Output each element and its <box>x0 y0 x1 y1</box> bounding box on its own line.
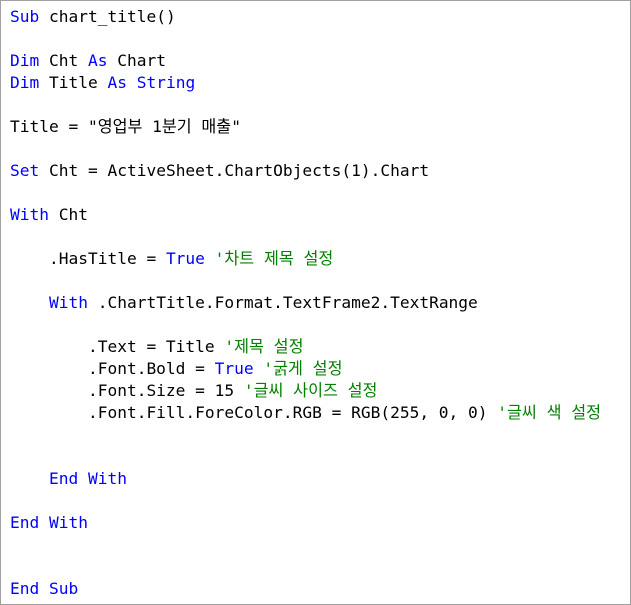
code-token: .Font.Fill.ForeColor.RGB = RGB(255, 0, 0… <box>10 403 498 422</box>
code-line[interactable] <box>10 138 601 160</box>
comment-token: '글씨 색 설정 <box>497 403 601 422</box>
code-token: Title = "영업부 1분기 매출" <box>10 117 241 136</box>
code-line[interactable]: Dim Cht As Chart <box>10 50 601 72</box>
code-token: .Font.Bold = <box>10 359 215 378</box>
code-line[interactable] <box>10 94 601 116</box>
keyword-token: String <box>136 73 196 92</box>
code-line[interactable] <box>10 556 601 578</box>
code-editor[interactable]: Sub chart_title() Dim Cht As Chart Dim Tit… <box>0 0 631 605</box>
code-line[interactable] <box>10 314 601 336</box>
code-line[interactable]: .Font.Size = 15 '글씨 사이즈 설정 <box>10 380 601 402</box>
comment-token: '굵게 설정 <box>263 359 343 378</box>
code-token: Title <box>39 73 108 92</box>
keyword-token: Sub <box>10 7 40 26</box>
code-token: Cht <box>39 51 88 70</box>
code-line[interactable]: Dim Title As String <box>10 72 601 94</box>
keyword-token: Dim <box>10 51 40 70</box>
code-area[interactable]: Sub chart_title() Dim Cht As Chart Dim Tit… <box>10 6 601 600</box>
code-token: Chart <box>107 51 166 70</box>
keyword-token: Set <box>10 161 40 180</box>
comment-token: '차트 제목 설정 <box>214 249 334 268</box>
code-line[interactable] <box>10 424 601 446</box>
code-line[interactable] <box>10 226 601 248</box>
code-line[interactable]: .Font.Fill.ForeColor.RGB = RGB(255, 0, 0… <box>10 402 601 424</box>
code-token: .Font.Size = 15 <box>10 381 244 400</box>
code-token: Cht <box>48 205 88 224</box>
code-line[interactable]: Set Cht = ActiveSheet.ChartObjects(1).Ch… <box>10 160 601 182</box>
keyword-token: End <box>10 579 40 598</box>
keyword-token: End <box>10 513 40 532</box>
comment-token: '글씨 사이즈 설정 <box>243 381 378 400</box>
keyword-token: True <box>165 249 205 268</box>
code-line[interactable]: With .ChartTitle.Format.TextFrame2.TextR… <box>10 292 601 314</box>
code-line[interactable] <box>10 490 601 512</box>
keyword-token: With <box>48 293 88 312</box>
code-line[interactable] <box>10 446 601 468</box>
code-line[interactable]: Title = "영업부 1분기 매출" <box>10 116 601 138</box>
code-token: .Text = Title <box>10 337 225 356</box>
code-line[interactable] <box>10 270 601 292</box>
keyword-token: With <box>49 513 88 532</box>
keyword-token: End <box>48 469 79 488</box>
code-line[interactable]: End Sub <box>10 578 601 600</box>
code-token: .ChartTitle.Format.TextFrame2.TextRange <box>87 293 478 312</box>
keyword-token: As <box>107 73 127 92</box>
keyword-token: With <box>87 469 127 488</box>
keyword-token: As <box>87 51 108 70</box>
code-line[interactable]: .Text = Title '제목 설정 <box>10 336 601 358</box>
code-token: Cht = ActiveSheet.ChartObjects(1).Chart <box>39 161 430 180</box>
code-line[interactable] <box>10 182 601 204</box>
code-line[interactable] <box>10 28 601 50</box>
code-line[interactable] <box>10 534 601 556</box>
keyword-token: True <box>214 359 254 378</box>
code-token: .HasTitle = <box>10 249 166 268</box>
code-line[interactable]: With Cht <box>10 204 601 226</box>
code-line[interactable]: End With <box>10 468 601 490</box>
code-token: chart_title() <box>39 7 176 26</box>
comment-token: '제목 설정 <box>224 337 304 356</box>
keyword-token: Sub <box>49 579 79 598</box>
keyword-token: With <box>10 205 49 224</box>
code-line[interactable]: Sub chart_title() <box>10 6 601 28</box>
code-line[interactable]: .Font.Bold = True '굵게 설정 <box>10 358 601 380</box>
code-line[interactable]: .HasTitle = True '차트 제목 설정 <box>10 248 601 270</box>
code-line[interactable]: End With <box>10 512 601 534</box>
keyword-token: Dim <box>10 73 40 92</box>
